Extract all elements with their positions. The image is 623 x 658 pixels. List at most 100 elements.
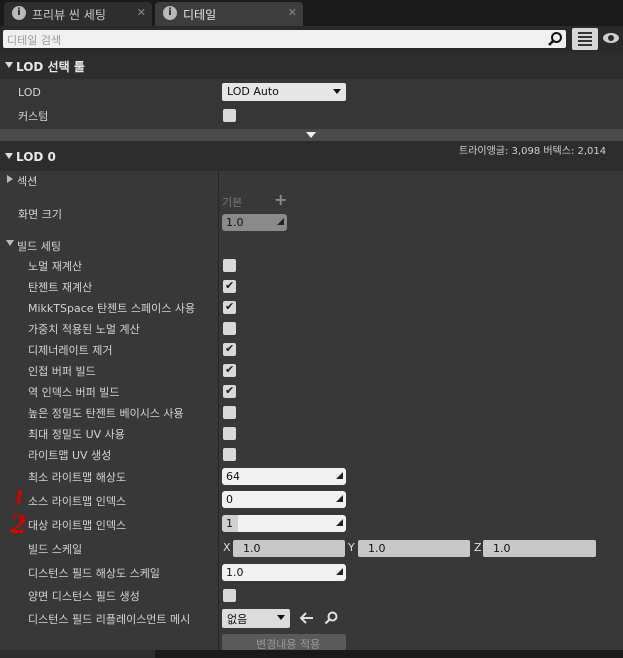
lod-dropdown[interactable]: LOD Auto <box>222 83 346 101</box>
src-lightmap-index-field[interactable]: 0 <box>222 491 346 508</box>
expand-bar[interactable] <box>0 129 623 141</box>
apply-changes-button[interactable]: 변경내용 적용 <box>222 634 346 650</box>
build-scale-x-field[interactable]: 1.0 <box>233 540 345 557</box>
df-replacement-label: 디스턴스 필드 리플레이스먼트 메시 <box>28 613 191 626</box>
build-setting-checkbox[interactable] <box>223 406 236 419</box>
build-setting-label: 최대 정밀도 UV 사용 <box>28 428 125 441</box>
list-view-icon <box>578 32 592 46</box>
min-lightmap-res-field[interactable]: 64 <box>222 468 346 485</box>
annotation-mark-2: 2 <box>10 510 27 539</box>
eye-icon[interactable] <box>602 32 620 44</box>
src-lightmap-index-label: 소스 라이트맵 인덱스 <box>28 495 127 508</box>
tab-details[interactable]: i 디테일 ✕ <box>155 2 303 26</box>
build-setting-checkbox[interactable]: ✔ <box>223 363 236 377</box>
apply-changes-label: 변경내용 적용 <box>256 638 321 650</box>
add-icon[interactable]: + <box>274 190 287 209</box>
info-icon: i <box>163 6 177 20</box>
section-title: LOD 선택 툴 <box>16 60 85 74</box>
custom-label: 커스텀 <box>18 110 49 123</box>
build-setting-label: 탄젠트 재계산 <box>28 281 93 294</box>
df-res-scale-label: 디스턴스 필드 해상도 스케일 <box>28 567 160 580</box>
screen-size-label: 화면 크기 <box>18 208 62 221</box>
checkmark-icon: ✔ <box>225 384 235 397</box>
dst-lightmap-index-field[interactable]: 1 <box>222 515 346 532</box>
build-setting-checkbox[interactable]: ✔ <box>223 342 236 356</box>
lod0-stats: 트라이앵글: 3,098 버텍스: 2,014 <box>459 146 607 157</box>
checkmark-icon: ✔ <box>225 279 235 292</box>
search-input[interactable]: 디테일 검색 <box>3 30 566 48</box>
build-setting-checkbox[interactable] <box>223 448 236 461</box>
df-res-scale-field[interactable]: 1.0 <box>222 564 346 581</box>
axis-z-label: Z <box>474 541 482 554</box>
chevron-down-icon <box>277 615 285 620</box>
use-selected-arrow-icon[interactable] <box>300 612 314 624</box>
resize-corner-icon <box>336 495 343 502</box>
build-setting-label: 높은 정밀도 탄젠트 베이시스 사용 <box>28 407 184 420</box>
build-setting-checkbox[interactable] <box>223 322 236 335</box>
lod-label: LOD <box>18 86 41 99</box>
build-setting-label: MikkTSpace 탄젠트 스페이스 사용 <box>28 302 196 315</box>
dst-lightmap-index-value: 1 <box>226 517 233 530</box>
resize-corner-icon <box>277 218 284 225</box>
checkmark-icon: ✔ <box>225 300 235 313</box>
build-setting-label: 디제너레이트 제거 <box>28 344 113 357</box>
lod-value: LOD Auto <box>227 85 279 98</box>
screen-size-value: 1.0 <box>226 216 244 229</box>
df-res-scale-value: 1.0 <box>226 566 244 579</box>
bottom-tab[interactable] <box>0 650 155 658</box>
annotation-mark-1: 1 <box>13 488 25 508</box>
df-replacement-value: 없음 <box>227 613 248 626</box>
build-scale-x-value: 1.0 <box>243 542 261 555</box>
expand-right-icon[interactable] <box>7 175 13 183</box>
close-icon[interactable]: ✕ <box>137 6 146 19</box>
build-setting-label: 노멀 재계산 <box>28 260 83 273</box>
collapse-arrow-icon[interactable] <box>6 240 14 246</box>
chevron-down-icon <box>333 89 341 94</box>
build-setting-label: 라이트맵 UV 생성 <box>28 449 112 462</box>
resize-corner-icon <box>336 568 343 575</box>
build-scale-y-value: 1.0 <box>368 542 386 555</box>
search-placeholder: 디테일 검색 <box>7 34 62 47</box>
build-scale-y-field[interactable]: 1.0 <box>358 540 470 557</box>
two-sided-df-checkbox[interactable] <box>223 589 236 602</box>
build-scale-z-value: 1.0 <box>493 542 511 555</box>
lod-picker-header[interactable]: LOD 선택 툴 <box>0 53 623 79</box>
checkmark-icon: ✔ <box>225 342 235 355</box>
screen-size-default-label: 기본 <box>222 196 243 209</box>
tab-label: 프리뷰 씬 세팅 <box>32 8 106 22</box>
collapse-arrow-icon[interactable] <box>5 153 13 159</box>
search-icon[interactable] <box>547 31 563 47</box>
info-icon: i <box>12 6 26 20</box>
close-icon[interactable]: ✕ <box>288 6 297 19</box>
build-scale-z-field[interactable]: 1.0 <box>483 540 596 557</box>
build-setting-checkbox[interactable]: ✔ <box>223 300 236 314</box>
axis-x-label: X <box>223 541 231 554</box>
two-sided-df-label: 양면 디스턴스 필드 생성 <box>28 590 140 603</box>
view-options-button[interactable] <box>572 28 598 50</box>
browse-search-icon[interactable] <box>324 611 338 625</box>
expand-down-icon[interactable] <box>306 132 316 138</box>
tab-preview-scene-settings[interactable]: i 프리뷰 씬 세팅 ✕ <box>4 2 152 26</box>
lod0-header[interactable]: LOD 0 트라이앵글: 3,098 버텍스: 2,014 <box>0 141 623 171</box>
src-lightmap-index-value: 0 <box>226 493 233 506</box>
axis-y-label: Y <box>348 541 355 554</box>
screen-size-field[interactable]: 1.0 <box>222 214 287 231</box>
build-scale-label: 빌드 스케일 <box>28 543 83 556</box>
collapse-arrow-icon[interactable] <box>5 62 13 68</box>
build-setting-label: 인접 버퍼 빌드 <box>28 365 96 378</box>
build-setting-label: 가중치 적용된 노멀 계산 <box>28 323 140 336</box>
custom-checkbox[interactable] <box>223 109 236 122</box>
checkmark-icon: ✔ <box>225 363 235 376</box>
df-replacement-dropdown[interactable]: 없음 <box>222 609 290 628</box>
resize-corner-icon <box>336 519 343 526</box>
min-lightmap-res-label: 최소 라이트맵 해상도 <box>28 471 127 484</box>
build-setting-checkbox[interactable] <box>223 427 236 440</box>
build-setting-checkbox[interactable]: ✔ <box>223 384 236 398</box>
sections-label[interactable]: 섹션 <box>17 173 37 189</box>
tab-label: 디테일 <box>183 8 217 22</box>
build-setting-checkbox[interactable]: ✔ <box>223 279 236 293</box>
section-title: LOD 0 <box>16 150 56 164</box>
build-settings-label[interactable]: 빌드 세팅 <box>17 238 61 254</box>
min-lightmap-res-value: 64 <box>226 470 240 483</box>
build-setting-checkbox[interactable] <box>223 259 236 272</box>
